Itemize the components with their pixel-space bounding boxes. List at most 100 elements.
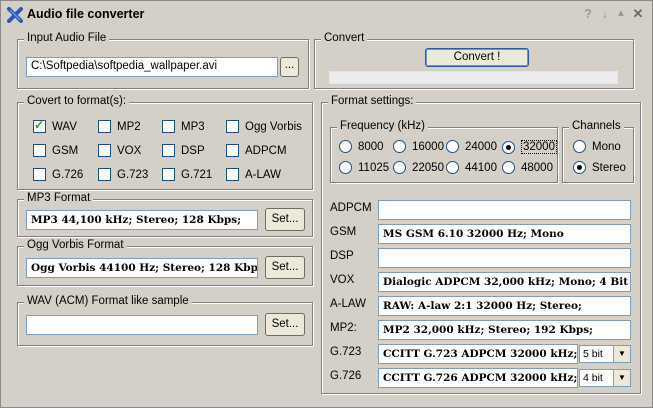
dsp-format-field[interactable] [378, 248, 631, 268]
frequency-radio-24000[interactable]: 24000 [446, 140, 497, 153]
input-file-path-field[interactable]: C:\Softpedia\softpedia_wallpaper.avi [26, 57, 278, 77]
radio-dot[interactable] [339, 161, 352, 174]
format-label: DSP [181, 144, 205, 157]
g723-format-field[interactable]: CCITT G.723 ADPCM 32000 kHz; Mono [378, 344, 578, 364]
mp3-set-button[interactable]: Set... [265, 208, 305, 231]
frequency-legend: Frequency (kHz) [337, 120, 428, 132]
ogg-format-field[interactable]: Ogg Vorbis 44100 Hz; Stereo; 128 Kbps; [26, 258, 258, 278]
format-label: G.726 [52, 168, 84, 181]
checkbox-box[interactable] [98, 168, 111, 181]
help-icon[interactable]: ? [581, 6, 595, 21]
format-checkbox-mp2[interactable]: MP2 [98, 120, 141, 133]
radio-label: 8000 [358, 140, 384, 153]
radio-dot[interactable] [573, 140, 586, 153]
roll-up-icon[interactable]: ▲ [614, 6, 628, 21]
format-checkbox-vox[interactable]: VOX [98, 144, 141, 157]
radio-label: 11025 [358, 161, 390, 174]
format-checkbox-mp3[interactable]: MP3 [162, 120, 205, 133]
frequency-radio-48000[interactable]: 48000 [502, 161, 553, 174]
checkbox-box[interactable] [98, 120, 111, 133]
convert-group: Convert Convert ! [314, 32, 634, 89]
mp2-format-field[interactable]: MP2 32,000 kHz; Stereo; 192 Kbps; [378, 320, 631, 340]
checkbox-box[interactable] [162, 120, 175, 133]
close-icon[interactable]: ✕ [631, 6, 645, 21]
format-checkbox-dsp[interactable]: DSP [162, 144, 205, 157]
g726-format-field[interactable]: CCITT G.726 ADPCM 32000 kHz; Mono [378, 368, 578, 388]
format-checkbox-g726[interactable]: G.726 [33, 168, 83, 181]
chevron-down-icon[interactable]: ▼ [613, 346, 630, 362]
checkbox-box[interactable] [33, 144, 46, 157]
mp3-format-group: MP3 Format MP3 44,100 kHz; Stereo; 128 K… [17, 192, 313, 237]
format-checkbox-ogg-vorbis[interactable]: Ogg Vorbis [226, 120, 302, 133]
frequency-radio-16000[interactable]: 16000 [393, 140, 444, 153]
format-label: MP3 [181, 120, 205, 133]
checkbox-box[interactable] [162, 168, 175, 181]
format-label: ADPCM [245, 144, 287, 157]
g723-bits-select[interactable]: 5 bit ▼ [579, 345, 631, 363]
checkbox-box[interactable] [226, 120, 239, 133]
format-checkbox-adpcm[interactable]: ADPCM [226, 144, 287, 157]
checkbox-box[interactable] [33, 168, 46, 181]
g726-bits-select[interactable]: 4 bit ▼ [579, 369, 631, 387]
format-checkbox-gsm[interactable]: GSM [33, 144, 78, 157]
radio-label: 48000 [521, 161, 553, 174]
wav-format-legend: WAV (ACM) Format like sample [24, 295, 192, 307]
format-label: Ogg Vorbis [245, 120, 302, 133]
ogg-set-button[interactable]: Set... [265, 256, 305, 279]
checkbox-box[interactable] [162, 144, 175, 157]
format-checkbox-g721[interactable]: G.721 [162, 168, 212, 181]
format-checkbox-g723[interactable]: G.723 [98, 168, 148, 181]
checkbox-box[interactable] [226, 144, 239, 157]
radio-dot[interactable] [393, 140, 406, 153]
chevron-down-icon[interactable]: ▼ [613, 370, 630, 386]
channel-radio-stereo[interactable]: Stereo [573, 161, 626, 174]
wav-format-field[interactable] [26, 315, 258, 335]
radio-dot[interactable] [393, 161, 406, 174]
checkbox-box[interactable] [226, 168, 239, 181]
checkbox-box[interactable] [33, 118, 46, 133]
checkbox-box[interactable] [98, 144, 111, 157]
wav-set-button[interactable]: Set... [265, 313, 305, 336]
format-checkbox-a-law[interactable]: A-LAW [226, 168, 281, 181]
format-label: GSM [52, 144, 79, 157]
app-x-icon [7, 7, 23, 23]
browse-button[interactable]: ... [280, 57, 299, 77]
format-checkbox-wav[interactable]: WAV [33, 118, 77, 133]
frequency-radio-44100[interactable]: 44100 [446, 161, 497, 174]
pin-icon[interactable]: ↓ [598, 6, 612, 21]
frequency-group: Frequency (kHz) 8000 16000 24000 32000 1… [330, 120, 558, 183]
dsp-label: DSP [330, 250, 354, 262]
channel-radio-mono[interactable]: Mono [573, 140, 621, 153]
mp3-format-legend: MP3 Format [24, 192, 94, 204]
radio-label: 22050 [412, 161, 444, 174]
frequency-radio-11025[interactable]: 11025 [339, 161, 389, 174]
radio-dot[interactable] [446, 140, 459, 153]
radio-label: 44100 [465, 161, 497, 174]
ogg-format-group: Ogg Vorbis Format Ogg Vorbis 44100 Hz; S… [17, 239, 313, 286]
mp3-format-field[interactable]: MP3 44,100 kHz; Stereo; 128 Kbps; [26, 210, 258, 230]
format-settings-group: Format settings: Frequency (kHz) 8000 16… [321, 95, 641, 394]
radio-dot[interactable] [446, 161, 459, 174]
covert-to-legend: Covert to format(s): [24, 95, 130, 107]
convert-button[interactable]: Convert ! [425, 48, 529, 67]
format-label: MP2 [117, 120, 141, 133]
radio-dot[interactable] [339, 140, 352, 153]
radio-dot[interactable] [502, 140, 515, 154]
frequency-radio-32000[interactable]: 32000 [502, 140, 557, 154]
a-law-format-field[interactable]: RAW: A-law 2:1 32000 Hz; Stereo; [378, 296, 631, 316]
format-label: A-LAW [245, 168, 281, 181]
g726-bits-value: 4 bit [583, 372, 603, 384]
convert-legend: Convert [321, 32, 368, 44]
radio-dot[interactable] [502, 161, 515, 174]
app-window: Audio file converter ? ↓ ▲ ✕ Input Audio… [0, 0, 653, 408]
radio-dot[interactable] [573, 161, 586, 174]
radio-label: 32000 [521, 140, 557, 154]
adpcm-format-field[interactable] [378, 200, 631, 220]
frequency-radio-22050[interactable]: 22050 [393, 161, 444, 174]
gsm-format-field[interactable]: MS GSM 6.10 32000 Hz; Mono [378, 224, 631, 244]
format-label: WAV [52, 120, 77, 133]
vox-format-field[interactable]: Dialogic ADPCM 32,000 kHz; Mono; 4 Bit [378, 272, 631, 292]
format-label: G.723 [117, 168, 149, 181]
frequency-radio-8000[interactable]: 8000 [339, 140, 384, 153]
progress-bar [329, 71, 618, 84]
